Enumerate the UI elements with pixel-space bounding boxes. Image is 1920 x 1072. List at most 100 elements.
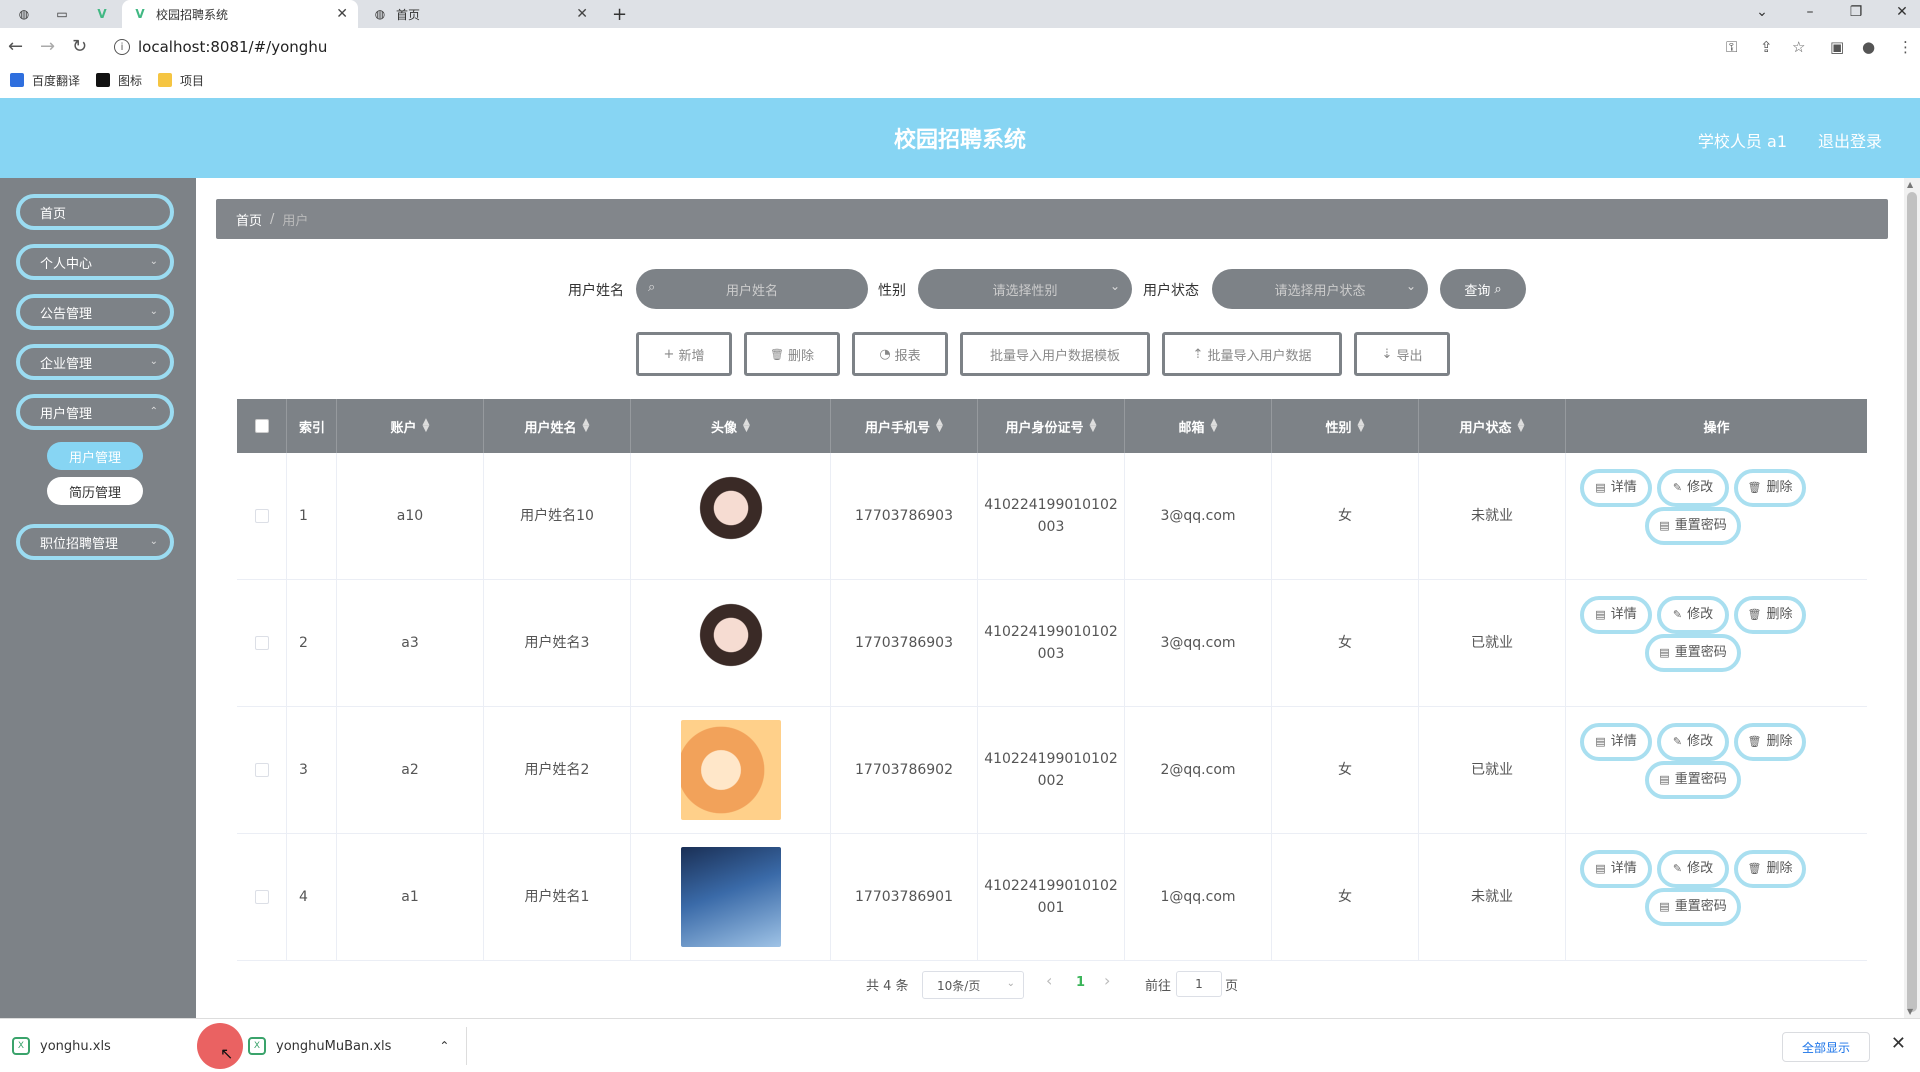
query-button[interactable]: 查询 ⌕: [1440, 269, 1526, 309]
scroll-down-arrow-icon[interactable]: ▼: [1907, 1007, 1913, 1016]
download-item[interactable]: X yonghu.xls: [12, 1019, 111, 1072]
scroll-up-arrow-icon[interactable]: ▲: [1907, 180, 1913, 189]
bookmark-icons[interactable]: 图标: [96, 72, 142, 89]
next-page-button[interactable]: ›: [1104, 971, 1110, 990]
row-checkbox[interactable]: [254, 636, 269, 650]
window-close-icon[interactable]: ✕: [1892, 4, 1912, 20]
close-tab-icon[interactable]: ✕: [336, 6, 348, 22]
side-panel-icon[interactable]: ▣: [1830, 38, 1844, 56]
tab-active[interactable]: V 校园招聘系统 ✕: [122, 0, 358, 28]
logout-link[interactable]: 退出登录: [1818, 128, 1882, 152]
filter-gender-select[interactable]: 请选择性别 ⌄: [918, 269, 1132, 309]
reload-icon[interactable]: ↻: [72, 36, 87, 57]
download-item[interactable]: X yonghuMuBan.xls ⌃: [248, 1019, 449, 1072]
header-avatar[interactable]: 头像 ▲ ▼: [631, 399, 831, 453]
export-button[interactable]: ⇣ 导出: [1354, 332, 1450, 376]
sidebar-item-company[interactable]: 企业管理 ⌄: [16, 344, 174, 380]
row-checkbox[interactable]: [254, 763, 269, 777]
row-delete-button[interactable]: 🗑 删除: [1734, 723, 1806, 761]
close-tab-icon[interactable]: ✕: [576, 6, 588, 22]
sidebar-item-users[interactable]: 用户管理 ⌃: [16, 394, 174, 430]
row-delete-button[interactable]: 🗑 删除: [1734, 469, 1806, 507]
header-account[interactable]: 账户 ▲ ▼: [337, 399, 484, 453]
sort-icon[interactable]: ▲ ▼: [1358, 418, 1365, 434]
vertical-scrollbar[interactable]: ▲ ▼: [1904, 178, 1920, 1018]
header-email[interactable]: 邮箱 ▲ ▼: [1125, 399, 1272, 453]
back-arrow-icon[interactable]: ←: [8, 36, 23, 57]
tab-search-chevron-icon[interactable]: ⌄: [1752, 4, 1772, 20]
sort-icon[interactable]: ▲ ▼: [1090, 418, 1097, 434]
bookmark-project-folder[interactable]: 项目: [158, 72, 204, 89]
reset-password-button[interactable]: ▤ 重置密码: [1645, 888, 1741, 926]
sort-icon[interactable]: ▲ ▼: [1211, 418, 1218, 434]
tab-pinned-blank[interactable]: ▭: [46, 0, 76, 28]
tab-pinned-vue[interactable]: V: [86, 0, 116, 28]
restore-icon[interactable]: ❐: [1846, 4, 1866, 20]
report-button[interactable]: ◔ 报表: [852, 332, 948, 376]
url-field[interactable]: i localhost:8081/#/yonghu: [104, 32, 1724, 62]
sort-icon[interactable]: ▲ ▼: [936, 418, 943, 434]
sidebar-item-home[interactable]: 首页: [16, 194, 174, 230]
row-delete-button-label: 删除: [1766, 607, 1793, 622]
site-info-icon[interactable]: i: [114, 39, 130, 55]
reset-password-button[interactable]: ▤ 重置密码: [1645, 761, 1741, 799]
sort-icon[interactable]: ▲ ▼: [1518, 418, 1525, 434]
sort-icon[interactable]: ▲ ▼: [583, 418, 590, 434]
sort-icon[interactable]: ▲ ▼: [423, 418, 430, 434]
key-icon[interactable]: ⚿: [1726, 38, 1737, 56]
sidebar-item-jobs[interactable]: 职位招聘管理 ⌄: [16, 524, 174, 560]
import-template-button[interactable]: 批量导入用户数据模板: [960, 332, 1150, 376]
bookmark-baidu-translate[interactable]: 百度翻译: [10, 72, 80, 89]
batch-import-button[interactable]: ⇡ 批量导入用户数据: [1162, 332, 1342, 376]
sidebar-item-notice[interactable]: 公告管理 ⌄: [16, 294, 174, 330]
new-tab-plus-icon[interactable]: +: [612, 0, 636, 28]
detail-button[interactable]: ▤ 详情: [1580, 596, 1652, 634]
detail-button[interactable]: ▤ 详情: [1580, 850, 1652, 888]
row-delete-button[interactable]: 🗑 删除: [1734, 850, 1806, 888]
breadcrumb-home[interactable]: 首页: [236, 210, 262, 229]
edit-button[interactable]: ✎ 修改: [1657, 850, 1729, 888]
bookmark-label: 项目: [180, 73, 205, 88]
header-idcard[interactable]: 用户身份证号 ▲ ▼: [978, 399, 1125, 453]
current-page-number[interactable]: 1: [1076, 975, 1085, 990]
detail-button[interactable]: ▤ 详情: [1580, 469, 1652, 507]
goto-page-input[interactable]: 1: [1176, 971, 1222, 997]
minimize-icon[interactable]: –: [1800, 4, 1820, 20]
reset-password-button[interactable]: ▤ 重置密码: [1645, 507, 1741, 545]
forward-arrow-icon[interactable]: →: [40, 36, 55, 57]
edit-button[interactable]: ✎ 修改: [1657, 723, 1729, 761]
share-icon[interactable]: ⇪: [1760, 38, 1773, 56]
header-phone[interactable]: 用户手机号 ▲ ▼: [831, 399, 978, 453]
show-all-downloads-button[interactable]: 全部显示: [1782, 1032, 1870, 1062]
page-size-select[interactable]: 10条/页 ⌄: [922, 971, 1024, 999]
reset-password-button[interactable]: ▤ 重置密码: [1645, 634, 1741, 672]
add-button[interactable]: + 新增: [636, 332, 732, 376]
sidebar-item-profile[interactable]: 个人中心 ⌄: [16, 244, 174, 280]
scrollbar-thumb[interactable]: [1907, 192, 1917, 1012]
sidebar-subitem-resumes[interactable]: 简历管理: [47, 477, 143, 505]
sort-icon[interactable]: ▲ ▼: [743, 418, 750, 434]
row-checkbox[interactable]: [254, 509, 269, 523]
select-all-checkbox[interactable]: [254, 419, 269, 433]
chevron-up-icon[interactable]: ⌃: [439, 1039, 449, 1053]
bookmark-star-icon[interactable]: ☆: [1792, 38, 1805, 56]
tab-pinned-globe[interactable]: ◍: [8, 0, 38, 28]
detail-button[interactable]: ▤ 详情: [1580, 723, 1652, 761]
row-delete-button[interactable]: 🗑 删除: [1734, 596, 1806, 634]
delete-button[interactable]: 🗑 删除: [744, 332, 840, 376]
tab-home[interactable]: ◍ 首页 ✕: [362, 0, 598, 28]
browser-menu-icon[interactable]: ⋮: [1898, 38, 1913, 56]
filter-name-input[interactable]: ⌕ 用户姓名: [636, 269, 868, 309]
header-select-all[interactable]: [237, 399, 287, 453]
edit-button[interactable]: ✎ 修改: [1657, 596, 1729, 634]
close-downloads-icon[interactable]: ✕: [1891, 1033, 1906, 1054]
sidebar-subitem-users[interactable]: 用户管理: [47, 442, 143, 470]
header-status[interactable]: 用户状态 ▲ ▼: [1419, 399, 1566, 453]
prev-page-button[interactable]: ‹: [1046, 971, 1052, 990]
filter-status-select[interactable]: 请选择用户状态 ⌄: [1212, 269, 1428, 309]
header-name[interactable]: 用户姓名 ▲ ▼: [484, 399, 631, 453]
header-gender[interactable]: 性别 ▲ ▼: [1272, 399, 1419, 453]
profile-avatar-icon[interactable]: ●: [1862, 38, 1875, 56]
row-checkbox[interactable]: [254, 890, 269, 904]
edit-button[interactable]: ✎ 修改: [1657, 469, 1729, 507]
